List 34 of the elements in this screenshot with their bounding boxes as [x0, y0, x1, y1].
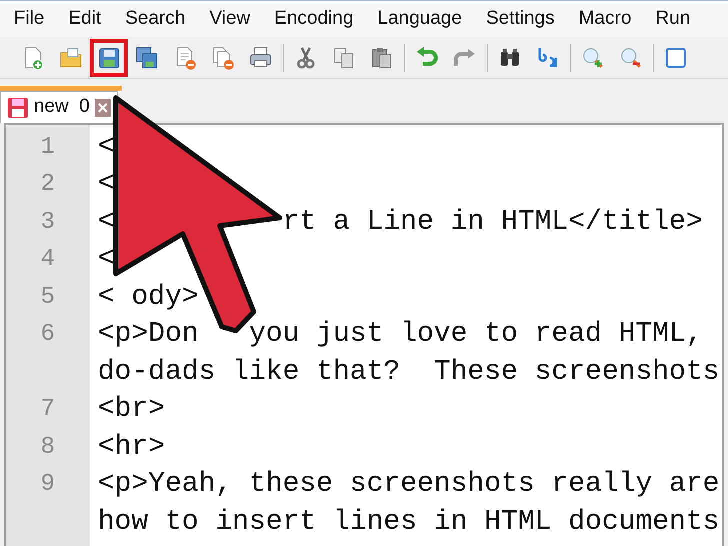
line-number: 6	[40, 320, 56, 350]
line-number: 4	[40, 245, 56, 276]
line-number: 8	[40, 432, 56, 463]
file-tab[interactable]: new 0	[0, 91, 118, 123]
code-text: you just love to read HTML,	[249, 318, 703, 352]
code-text: <	[98, 130, 115, 165]
code-text: how to insert lines in HTML documents	[98, 506, 720, 540]
menu-item[interactable]: Edit	[66, 4, 104, 34]
code-text: <hr>	[98, 430, 166, 465]
menu-item[interactable]: Run	[654, 4, 693, 34]
line-number: 7	[40, 395, 56, 426]
code-text: rt a Line in HTML</title>	[282, 206, 703, 240]
code-text: <	[98, 243, 115, 278]
code-text: <	[98, 168, 115, 202]
code-text: ody>	[132, 280, 199, 315]
menu-item[interactable]: View	[208, 4, 252, 34]
menu-item[interactable]: Macro	[576, 4, 634, 34]
line-number: 3	[40, 208, 56, 238]
code-text: <	[98, 206, 115, 240]
code-text: do-dads like that? These screenshots	[98, 356, 720, 390]
menu-item[interactable]: Settings	[484, 4, 557, 34]
code-text: <br>	[98, 393, 166, 428]
tab-label: new 0	[34, 95, 90, 120]
menu-item[interactable]: Encoding	[272, 4, 356, 34]
line-number: 9	[40, 470, 56, 500]
line-number: 2	[40, 170, 56, 200]
line-number: 1	[40, 132, 56, 163]
code-text: <p>Don	[98, 318, 199, 352]
code-text: <p>Yeah, these screenshots really are	[98, 468, 720, 502]
menu-item[interactable]: File	[12, 4, 47, 34]
menu-item[interactable]: Language	[376, 4, 464, 34]
code-text: <	[98, 280, 115, 315]
line-number: 5	[40, 282, 56, 313]
menu-item[interactable]: Search	[123, 4, 188, 34]
